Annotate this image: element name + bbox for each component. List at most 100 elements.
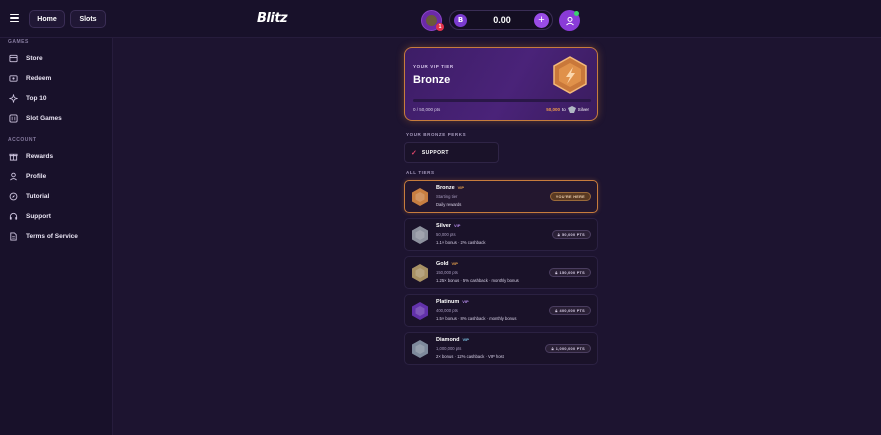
tier-name: Bronze bbox=[436, 185, 455, 191]
vip-next-tier: 50,000 to Silver bbox=[546, 106, 589, 113]
lock-icon: 🔒︎ bbox=[555, 308, 558, 313]
vip-tier-name: Bronze bbox=[413, 74, 451, 86]
vip-tier-card: YOUR VIP TIER Bronze 0 / 50,000 pts 50,0… bbox=[404, 47, 598, 121]
tier-row-platinum[interactable]: Platinum VIP 400,000 pts 1.5× bonus · 8% ca… bbox=[404, 294, 598, 327]
tier-row-gold[interactable]: Gold VIP 150,000 pts 1.25× bonus · 5% cashb… bbox=[404, 256, 598, 289]
tier-status-label: YOU'RE HERE bbox=[555, 194, 585, 199]
vip-next-tier-name: Silver bbox=[577, 107, 589, 112]
tier-requirement: 50,000 pts bbox=[436, 232, 456, 237]
tier-perks: Daily rewards bbox=[436, 202, 462, 207]
tier-vip-label: VIP bbox=[462, 299, 469, 304]
tier-status-label: 50,000 PTS bbox=[561, 232, 585, 237]
diamond-gem-icon bbox=[412, 340, 428, 358]
sidebar-item-top10[interactable]: Top 10 bbox=[8, 91, 108, 105]
gift-icon bbox=[8, 151, 18, 161]
profile-icon bbox=[8, 171, 18, 181]
silver-gem-icon bbox=[567, 106, 576, 113]
add-funds-button[interactable]: + bbox=[534, 13, 549, 28]
gold-gem-icon bbox=[412, 264, 428, 282]
tier-vip-label: VIP bbox=[453, 223, 461, 228]
account-section-label: ACCOUNT bbox=[8, 137, 37, 143]
tier-name-row: Diamond VIP bbox=[436, 337, 469, 343]
sidebar-item-label: Top 10 bbox=[26, 94, 47, 102]
sidebar-item-label: Profile bbox=[26, 172, 47, 180]
sidebar-item-label: Store bbox=[26, 54, 43, 62]
document-icon bbox=[8, 231, 18, 241]
nav-home-button[interactable]: Home bbox=[29, 10, 65, 28]
bronze-badge-icon bbox=[553, 56, 587, 94]
tier-status-label: 150,000 PTS bbox=[559, 270, 585, 275]
tier-name-row: Bronze VIP bbox=[436, 185, 464, 191]
bronze-gem-icon bbox=[412, 188, 428, 206]
vip-points-needed: 50,000 bbox=[546, 107, 560, 112]
balance-display: B 0.00 + bbox=[449, 10, 553, 30]
tier-status-label: 1,000,000 PTS bbox=[555, 346, 585, 351]
tier-perks: 1.1× bonus · 2% cashback bbox=[436, 240, 486, 245]
sidebar-item-redeem[interactable]: Redeem bbox=[8, 71, 108, 85]
sidebar-item-label: Rewards bbox=[26, 152, 54, 160]
tier-requirement: Starting tier bbox=[436, 194, 458, 199]
tier-name: Platinum bbox=[436, 299, 460, 305]
tier-name: Silver bbox=[436, 223, 451, 229]
store-icon bbox=[8, 53, 18, 63]
redeem-icon bbox=[8, 73, 18, 83]
slot-games-icon bbox=[8, 113, 18, 123]
tier-vip-label: VIP bbox=[457, 185, 465, 190]
tier-row-bronze[interactable]: Bronze VIP Starting tier Daily rewards YOU'R… bbox=[404, 180, 598, 213]
tier-vip-label: VIP bbox=[451, 261, 458, 266]
sidebar-item-rewards[interactable]: Rewards bbox=[8, 149, 108, 163]
tier-requirement: 1,000,000 pts bbox=[436, 346, 462, 351]
sidebar-item-label: Support bbox=[26, 212, 51, 220]
tier-status-tag: 🔒︎ 150,000 PTS bbox=[549, 268, 591, 277]
vip-points: 0 / 50,000 pts bbox=[413, 107, 441, 112]
sidebar-item-label: Terms of Service bbox=[26, 232, 78, 240]
tier-row-silver[interactable]: Silver VIP 50,000 pts 1.1× bonus · 2% cashb… bbox=[404, 218, 598, 251]
perk-label: SUPPORT bbox=[421, 149, 449, 156]
tier-row-diamond[interactable]: Diamond VIP 1,000,000 pts 2× bonus · 12% ca… bbox=[404, 332, 598, 365]
notification-badge: 1 bbox=[436, 23, 444, 31]
headset-icon bbox=[8, 211, 18, 221]
tier-name-row: Gold VIP bbox=[436, 261, 458, 267]
vip-to-label: to bbox=[561, 107, 566, 112]
sidebar-item-label: Slot Games bbox=[26, 114, 62, 122]
tier-name: Diamond bbox=[436, 337, 460, 343]
tier-name: Gold bbox=[436, 261, 449, 267]
games-section-label: GAMES bbox=[8, 39, 29, 45]
tier-status-label: 400,000 PTS bbox=[559, 308, 585, 313]
lock-icon: 🔒︎ bbox=[555, 270, 558, 275]
nav-slots-button[interactable]: Slots bbox=[70, 10, 106, 28]
sidebar-item-slot-games[interactable]: Slot Games bbox=[8, 111, 108, 125]
top-bar: Home Slots Blitz 1 B 0.00 + bbox=[0, 0, 881, 38]
blitz-logo[interactable]: Blitz bbox=[257, 11, 288, 26]
compass-icon bbox=[8, 191, 18, 201]
sidebar-item-tutorial[interactable]: Tutorial bbox=[8, 189, 108, 203]
sidebar-item-terms[interactable]: Terms of Service bbox=[8, 229, 108, 243]
top10-icon bbox=[8, 93, 18, 103]
tier-status-tag: 🔒︎ 1,000,000 PTS bbox=[545, 344, 591, 353]
all-tiers-heading: ALL TIERS bbox=[406, 170, 435, 175]
tier-name-row: Platinum VIP bbox=[436, 299, 469, 305]
vip-progress-bar bbox=[413, 99, 591, 102]
sidebar: GAMES Store Redeem Top 10 Slot Games ACC… bbox=[0, 38, 113, 435]
perk-support: ✓ SUPPORT bbox=[404, 142, 499, 163]
tier-status-tag: YOU'RE HERE bbox=[549, 192, 591, 201]
platinum-gem-icon bbox=[412, 302, 428, 320]
online-status-dot bbox=[574, 11, 579, 16]
tier-perks: 1.25× bonus · 5% cashback · monthly bonu… bbox=[436, 278, 519, 283]
sidebar-item-store[interactable]: Store bbox=[8, 51, 108, 65]
tier-status-tag: 🔒︎ 400,000 PTS bbox=[549, 306, 591, 315]
tier-requirement: 150,000 pts bbox=[436, 270, 458, 275]
lock-icon: 🔒︎ bbox=[551, 346, 554, 351]
user-icon bbox=[565, 16, 574, 25]
tier-vip-label: VIP bbox=[462, 337, 469, 342]
character-avatar-icon bbox=[426, 15, 437, 26]
check-icon: ✓ bbox=[411, 149, 417, 157]
menu-icon[interactable] bbox=[6, 10, 22, 26]
perks-heading: YOUR BRONZE PERKS bbox=[406, 132, 467, 137]
sidebar-item-support[interactable]: Support bbox=[8, 209, 108, 223]
sidebar-item-profile[interactable]: Profile bbox=[8, 169, 108, 183]
sidebar-item-label: Tutorial bbox=[26, 192, 50, 200]
silver-gem-icon bbox=[412, 226, 428, 244]
sidebar-item-label: Redeem bbox=[26, 74, 52, 82]
tier-status-tag: 🔒︎ 50,000 PTS bbox=[551, 230, 591, 239]
